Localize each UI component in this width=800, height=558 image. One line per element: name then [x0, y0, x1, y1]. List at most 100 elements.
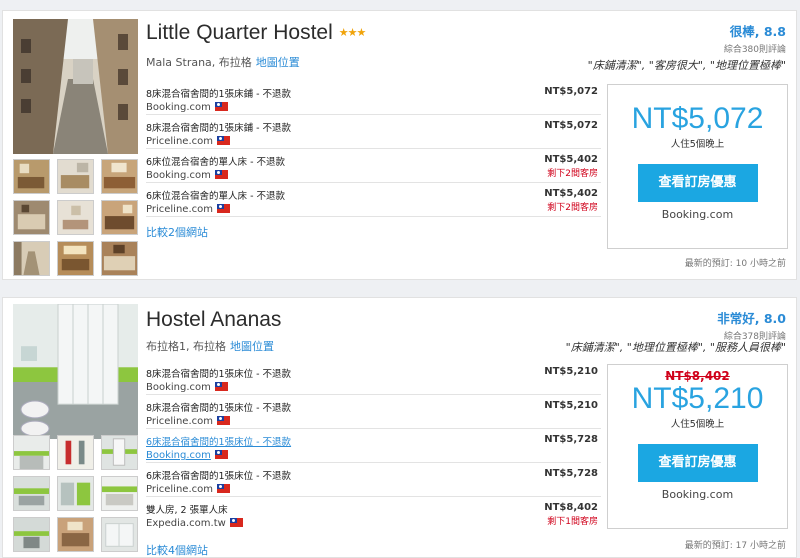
photo-thumbnail[interactable]	[57, 200, 94, 235]
photo-thumbnail[interactable]	[101, 517, 138, 552]
star-rating-icon: ★★★	[338, 27, 367, 39]
recent-booking: 最新的預訂: 10 小時之前	[684, 259, 786, 269]
hotel-name[interactable]: Hostel Ananas	[146, 308, 287, 332]
photo-thumbnail[interactable]	[101, 435, 138, 470]
hotel-main-photo[interactable]	[13, 304, 138, 439]
review-quotes: "床鋪清潔", "地理位置極棒", "服務人員很棒"	[565, 341, 786, 354]
deal-row[interactable]: 8床混合宿舍間的1張床鋪 - 不退款 Booking.com NT$5,072	[146, 81, 601, 115]
photo-thumbnail[interactable]	[13, 200, 50, 235]
view-deal-button[interactable]: 查看訂房優惠	[637, 164, 758, 202]
taiwan-flag-icon	[216, 204, 230, 213]
rooms-left: 剩下2間客房	[547, 203, 598, 213]
photo-thumbnail[interactable]	[13, 435, 50, 470]
review-count[interactable]: 綜合380則評論	[724, 42, 786, 55]
taiwan-flag-icon	[216, 484, 230, 493]
photo-thumbnail[interactable]	[57, 159, 94, 194]
booking-site: Priceline.com	[146, 204, 601, 215]
taiwan-flag-icon	[214, 170, 228, 179]
booking-site: Priceline.com	[146, 416, 601, 427]
best-price: NT$5,072	[631, 102, 764, 135]
compare-sites-link[interactable]: 比較2個網站	[146, 224, 208, 240]
hotel-main-photo[interactable]	[13, 19, 138, 154]
room-type: 6床混合宿舍間的1張床位 - 不退款	[146, 471, 292, 482]
booking-site: Booking.com	[146, 382, 601, 393]
best-offer-box: NT$5,072 人住5個晚上 查看訂房優惠 Booking.com	[607, 84, 788, 249]
old-price	[608, 89, 787, 103]
room-type: 雙人房, 2 張單人床	[146, 505, 228, 516]
deal-row[interactable]: 6床位混合宿舍的單人床 - 不退款 Priceline.com NT$5,402…	[146, 183, 601, 217]
taiwan-flag-icon	[216, 136, 230, 145]
compare-sites-link[interactable]: 比較4個網站	[146, 542, 208, 558]
booking-site: Booking.com	[146, 170, 601, 181]
room-type: 8床混合宿舍間的1張床位 - 不退款	[146, 369, 292, 380]
taiwan-flag-icon	[214, 102, 228, 111]
photo-thumbnail[interactable]	[13, 159, 50, 194]
taiwan-flag-icon	[216, 416, 230, 425]
photo-thumbnail[interactable]	[101, 476, 138, 511]
photo-thumbnail[interactable]	[101, 159, 138, 194]
deal-price: NT$5,072	[544, 86, 598, 97]
rating-score[interactable]: 很棒, 8.8	[724, 21, 786, 40]
photo-thumbnail[interactable]	[101, 200, 138, 235]
room-type: 8床混合宿舍間的1張床鋪 - 不退款	[146, 89, 292, 100]
deal-price: NT$5,728	[544, 468, 598, 479]
room-type: 8床混合宿舍間的1張床鋪 - 不退款	[146, 123, 292, 134]
photo-thumbnail[interactable]	[13, 517, 50, 552]
booking-site: Expedia.com.tw	[146, 518, 601, 529]
deal-price: NT$5,072	[544, 120, 598, 131]
recent-booking: 最新的預訂: 17 小時之前	[684, 541, 786, 551]
taiwan-flag-icon	[229, 518, 243, 527]
taiwan-flag-icon	[214, 450, 228, 459]
photo-thumbnails	[13, 435, 138, 552]
stay-nights: 人住5個晚上	[670, 139, 725, 150]
deal-row[interactable]: 8床混合宿舍間的1張床鋪 - 不退款 Priceline.com NT$5,07…	[146, 115, 601, 149]
booking-site: Priceline.com	[146, 136, 601, 147]
booking-site: Booking.com	[146, 102, 601, 113]
booking-site[interactable]: Booking.com	[146, 450, 601, 461]
deal-row[interactable]: 8床混合宿舍間的1張床位 - 不退款 Booking.com NT$5,210	[146, 361, 601, 395]
photo-thumbnail[interactable]	[13, 476, 50, 511]
rating-block: 非常好, 8.0 綜合378則評論	[717, 308, 786, 342]
deal-row-hovered[interactable]: 6床混合宿舍間的1張床位 - 不退款 Booking.com NT$5,728	[146, 429, 601, 463]
map-link[interactable]: 地圖位置	[256, 56, 300, 69]
review-quotes: "床鋪清潔", "客房很大", "地理位置極棒"	[587, 59, 786, 72]
photo-thumbnail[interactable]	[57, 241, 94, 276]
best-offer-box: NT$8,402 NT$5,210 人住5個晚上 查看訂房優惠 Booking.…	[607, 364, 788, 529]
deal-list: 8床混合宿舍間的1張床位 - 不退款 Booking.com NT$5,210 …	[146, 361, 601, 531]
photo-thumbnail[interactable]	[13, 241, 50, 276]
hotel-card-little-quarter: Little Quarter Hostel ★★★ Mala Strana, 布拉…	[2, 10, 797, 280]
photo-thumbnail[interactable]	[57, 517, 94, 552]
rating-block: 很棒, 8.8 綜合380則評論	[724, 21, 786, 55]
room-type: 6床位混合宿舍的單人床 - 不退款	[146, 191, 286, 202]
stay-nights: 人住5個晚上	[670, 419, 725, 430]
deal-price: NT$5,210	[544, 400, 598, 411]
offer-site[interactable]: Booking.com	[608, 208, 787, 221]
deal-price: NT$5,210	[544, 366, 598, 377]
view-deal-button[interactable]: 查看訂房優惠	[637, 444, 758, 482]
photo-thumbnail[interactable]	[101, 241, 138, 276]
photo-thumbnails	[13, 159, 138, 276]
deal-price: NT$5,402	[544, 154, 598, 165]
deal-row[interactable]: 6床位混合宿舍的單人床 - 不退款 Booking.com NT$5,402 剩…	[146, 149, 601, 183]
map-link[interactable]: 地圖位置	[230, 340, 274, 353]
deal-row[interactable]: 雙人房, 2 張單人床 Expedia.com.tw NT$8,402 剩下1間…	[146, 497, 601, 531]
hotel-name[interactable]: Little Quarter Hostel ★★★	[146, 21, 367, 45]
best-price: NT$5,210	[631, 382, 764, 415]
hotel-location: Mala Strana, 布拉格 地圖位置	[146, 56, 300, 69]
photo-thumbnail[interactable]	[57, 435, 94, 470]
taiwan-flag-icon	[214, 382, 228, 391]
rooms-left: 剩下1間客房	[547, 517, 598, 527]
deal-price: NT$8,402	[544, 502, 598, 513]
deal-row[interactable]: 6床混合宿舍間的1張床位 - 不退款 Priceline.com NT$5,72…	[146, 463, 601, 497]
rating-score[interactable]: 非常好, 8.0	[717, 308, 786, 327]
deal-row[interactable]: 8床混合宿舍間的1張床位 - 不退款 Priceline.com NT$5,21…	[146, 395, 601, 429]
offer-site[interactable]: Booking.com	[608, 488, 787, 501]
hotel-card-hostel-ananas: Hostel Ananas 布拉格1, 布拉格 地圖位置 非常好, 8.0 綜合3…	[2, 297, 797, 558]
room-type[interactable]: 6床混合宿舍間的1張床位 - 不退款	[146, 434, 601, 448]
deal-price: NT$5,402	[544, 188, 598, 199]
deal-list: 8床混合宿舍間的1張床鋪 - 不退款 Booking.com NT$5,072 …	[146, 81, 601, 217]
deal-price: NT$5,728	[544, 434, 598, 445]
rooms-left: 剩下2間客房	[547, 169, 598, 179]
photo-thumbnail[interactable]	[57, 476, 94, 511]
old-price: NT$8,402	[665, 369, 730, 383]
